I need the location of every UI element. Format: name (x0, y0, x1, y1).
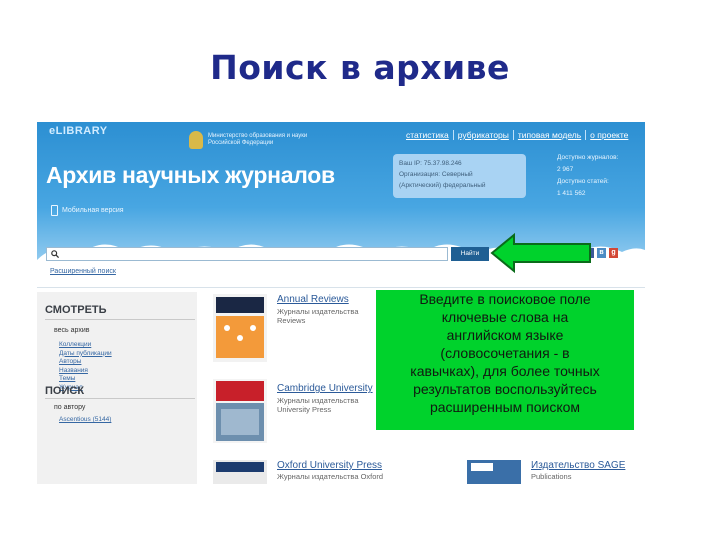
vk-icon[interactable]: в (597, 248, 606, 258)
author-link[interactable]: Ascentious (5144) (59, 416, 111, 423)
mobile-icon (51, 205, 58, 216)
link-collections[interactable]: Коллекции (59, 341, 112, 350)
view-subheading: весь архив (54, 327, 90, 334)
elibrary-logo[interactable]: eLIBRARY (49, 125, 108, 137)
callout-line: Введите в поисковое поле (419, 291, 591, 307)
link-topics[interactable]: Темы (59, 375, 112, 384)
publisher-sub: Журналы издательства (277, 307, 359, 316)
publisher-sub: University Press (277, 405, 332, 414)
publisher-name[interactable]: Cambridge University (277, 383, 373, 394)
nav-about[interactable]: о проекте (585, 130, 632, 140)
search-button[interactable]: Найти (451, 247, 489, 261)
nav-statistics[interactable]: статистика (402, 130, 453, 140)
publisher-sub: Publications (531, 472, 572, 481)
publisher-sub: Журналы издательства (277, 396, 359, 405)
instruction-callout: Введите в поисковое поле ключевые слова … (376, 290, 634, 430)
link-authors[interactable]: Авторы (59, 358, 112, 367)
top-nav: статистика рубрикаторы типовая модель о … (402, 130, 632, 140)
org-line: Организация: Северный (399, 171, 473, 178)
publisher-name[interactable]: Oxford University Press (277, 460, 382, 471)
mobile-version-link[interactable]: Мобильная версия (51, 205, 124, 216)
callout-line: английском языке (446, 327, 564, 343)
archive-title: Архив научных журналов (46, 162, 335, 188)
view-heading: СМОТРЕТЬ (45, 304, 107, 316)
journals-label: Доступно журналов: (557, 154, 619, 161)
publisher-sub: Журналы издательства Oxford (277, 472, 384, 481)
publisher-sub: Reviews (277, 316, 306, 325)
search-input[interactable] (46, 247, 448, 261)
callout-line: результатов воспользуйтесь (413, 381, 597, 397)
nav-rubricators[interactable]: рубрикаторы (452, 130, 513, 140)
articles-count: 1 411 562 (557, 190, 586, 197)
journals-count: 2 967 (557, 166, 574, 173)
nav-model[interactable]: типовая модель (512, 130, 585, 140)
section-rule (45, 398, 195, 399)
stats-block: Доступно журналов: 2 967 Доступно статей… (557, 152, 639, 200)
ministry-label: Министерство образования и науки Российс… (208, 133, 308, 146)
arrow-icon (490, 232, 591, 274)
callout-line: кавычках), для более точных (410, 363, 600, 379)
callout-line: расширенным поиском (429, 399, 581, 415)
callout-line: (словосочетания - в (440, 345, 570, 361)
ministry-block: Министерство образования и науки Российс… (189, 131, 318, 149)
journal-cover (213, 294, 267, 362)
search-subheading: по автору (54, 404, 86, 411)
ip-info-box: Ваш IP: 75.37.98.246 Организация: Северн… (393, 154, 526, 198)
publisher-name[interactable]: Издательство SAGE (531, 460, 625, 471)
mobile-version-label: Мобильная версия (62, 207, 124, 214)
journal-cover (213, 460, 267, 484)
google-plus-icon[interactable]: g (609, 248, 618, 258)
callout-line: ключевые слова на (441, 309, 569, 325)
sidebar: СМОТРЕТЬ весь архив Коллекции Даты публи… (37, 292, 197, 484)
ip-line: Ваш IP: 75.37.98.246 (399, 160, 462, 167)
advanced-search-link[interactable]: Расширенный поиск (50, 268, 116, 275)
divider (37, 287, 645, 288)
search-icon (51, 250, 59, 258)
section-rule (45, 319, 195, 320)
journal-cover (467, 460, 521, 484)
emblem-icon (189, 131, 203, 149)
link-dates[interactable]: Даты публикации (59, 350, 112, 359)
search-heading: ПОИСК (45, 385, 85, 397)
slide-title: Поиск в архиве (210, 48, 510, 87)
org-line-2: (Арктический) федеральный (399, 182, 486, 189)
articles-label: Доступно статей: (557, 178, 609, 185)
publisher-name[interactable]: Annual Reviews (277, 294, 349, 305)
journal-cover (213, 379, 267, 443)
link-titles[interactable]: Названия (59, 367, 112, 376)
